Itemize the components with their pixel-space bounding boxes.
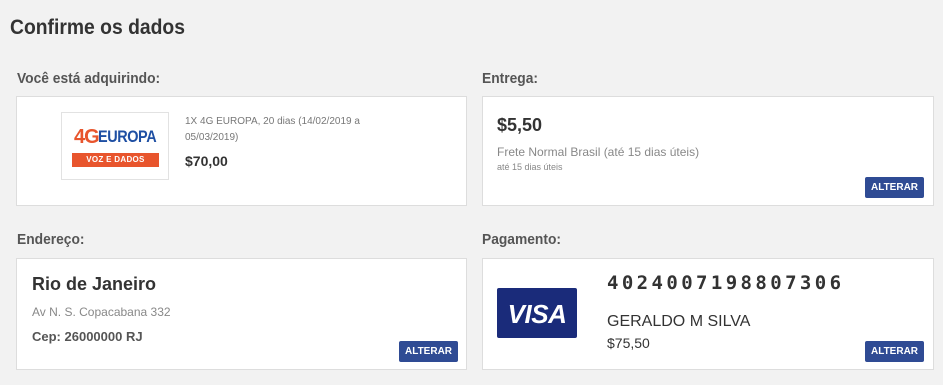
delivery-card: $5,50 Frete Normal Brasil (até 15 dias ú… (482, 96, 934, 206)
page-title: Confirme os dados (10, 16, 185, 39)
product-description: 1X 4G EUROPA, 20 dias (14/02/2019 a 05/0… (185, 116, 360, 143)
product-price: $70,00 (185, 153, 228, 169)
delivery-note: até 15 dias úteis (497, 162, 563, 172)
address-street: Av N. S. Copacabana 332 (32, 305, 171, 319)
card-number: 4024007198807306 (607, 272, 845, 294)
logo-brand-text: EUROPA (98, 127, 157, 146)
logo-band-text: VOZ E DADOS (72, 153, 159, 167)
delivery-price: $5,50 (497, 115, 543, 135)
payment-card: VISA 4024007198807306 GERALDO M SILVA $7… (482, 258, 934, 370)
address-alterar-button[interactable]: ALTERAR (399, 341, 458, 362)
logo-4g-text: 4G (74, 126, 100, 148)
address-card: Rio de Janeiro Av N. S. Copacabana 332 C… (16, 258, 467, 370)
product-logo: 4G EUROPA VOZ E DADOS (61, 112, 169, 180)
address-section-label: Endereço: (17, 231, 85, 248)
payment-alterar-button[interactable]: ALTERAR (865, 341, 924, 362)
delivery-method: Frete Normal Brasil (até 15 dias úteis) (497, 145, 700, 159)
visa-brand-text: VISA (507, 299, 567, 329)
product-section-label: Você está adquirindo: (17, 70, 161, 87)
product-card: 4G EUROPA VOZ E DADOS 1X 4G EUROPA, 20 d… (16, 96, 467, 206)
payment-amount: $75,50 (607, 335, 650, 351)
card-holder-name: GERALDO M SILVA (607, 313, 751, 330)
visa-card-icon: VISA (497, 288, 577, 338)
payment-section-label: Pagamento: (482, 231, 561, 248)
delivery-alterar-button[interactable]: ALTERAR (865, 177, 924, 198)
address-city: Rio de Janeiro (32, 274, 157, 294)
delivery-section-label: Entrega: (482, 70, 538, 87)
address-cep: Cep: 26000000 RJ (32, 329, 143, 344)
